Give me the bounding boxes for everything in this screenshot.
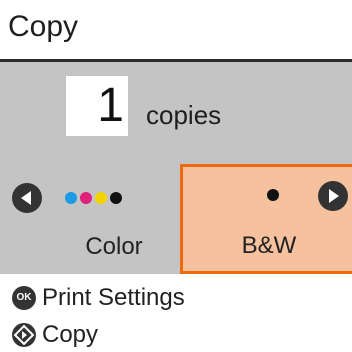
ink-dots-icon [65,192,122,204]
color-mode-option-color[interactable]: Color [44,164,180,274]
screen-header: Copy [0,0,352,62]
color-mode-selector: Color B&W [0,164,352,274]
bw-option-label: B&W [241,232,297,259]
copies-value: 1 [97,79,124,132]
ink-dot-cyan [65,192,77,204]
copies-label: copies [146,100,222,130]
copies-count-field[interactable]: 1 [66,76,128,136]
button-guide: OK Print Settings Copy [0,274,352,352]
ink-dot-magenta [80,192,92,204]
ink-dot-black [110,192,122,204]
screen-title: Copy [8,10,79,43]
guide-label-print-settings: Print Settings [42,284,185,311]
copy-settings-panel: 1 copies Color B&W [0,62,352,274]
ink-dot-yellow [95,192,107,204]
color-option-label: Color [85,233,143,260]
guide-item-print-settings: OK Print Settings [12,283,185,313]
guide-item-copy: Copy [12,320,98,350]
ok-button-icon: OK [12,286,36,310]
start-diamond-icon [12,323,36,347]
arrow-right-icon[interactable] [318,181,348,211]
black-ink-dot-icon [267,189,279,201]
ink-dot-black [267,189,279,201]
guide-label-copy: Copy [42,321,99,348]
arrow-left-icon[interactable] [12,183,42,213]
